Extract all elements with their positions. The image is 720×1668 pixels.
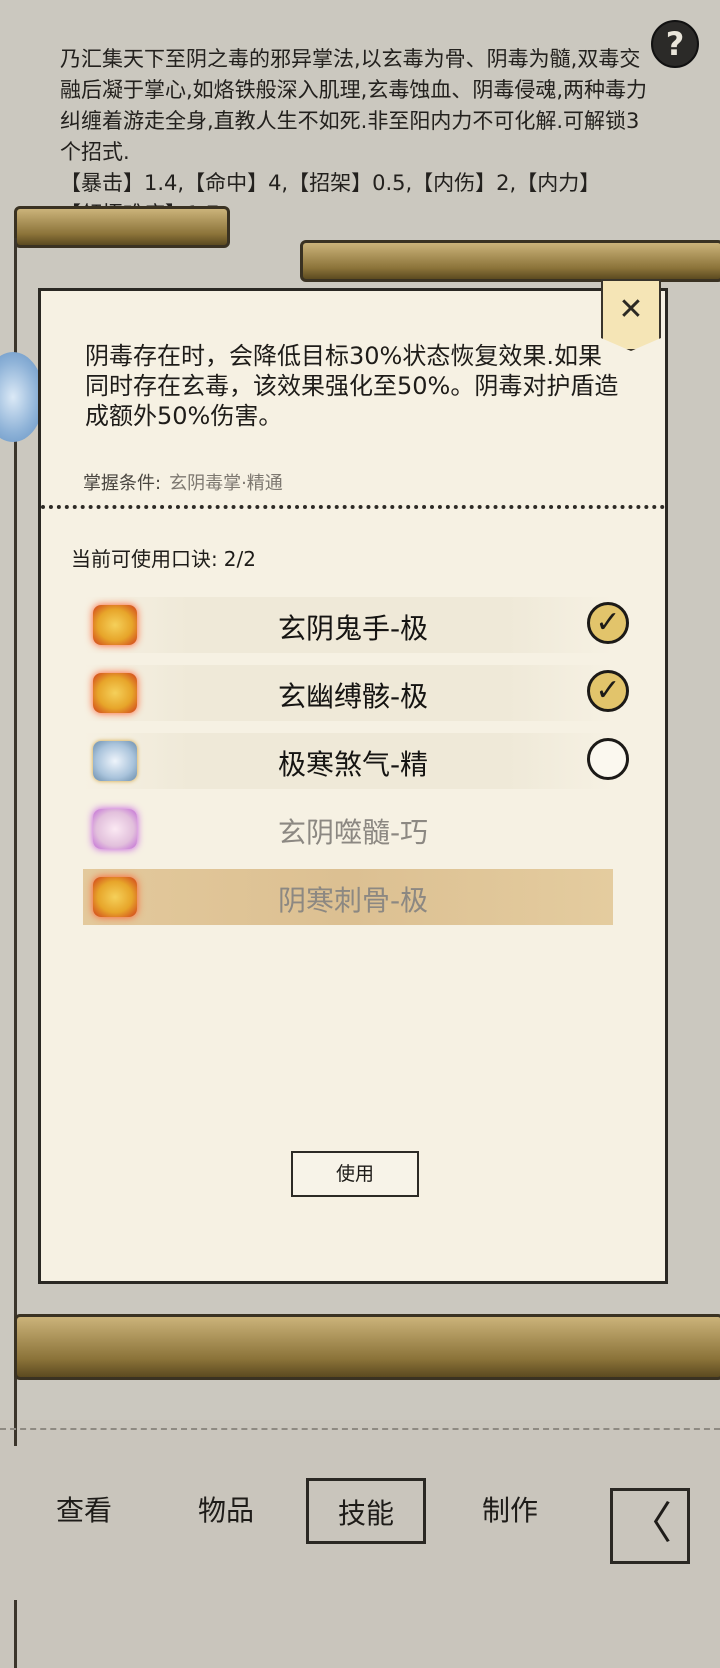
back-arrow-icon[interactable]: 〈 xyxy=(610,1488,690,1564)
blue-scroll-icon xyxy=(93,741,137,781)
skill-row[interactable]: 玄幽缚骸-极 ✓ xyxy=(83,665,629,721)
checkbox-checked-icon[interactable]: ✓ xyxy=(587,670,629,712)
gold-scroll-icon xyxy=(93,673,137,713)
condition-label: 掌握条件: xyxy=(83,473,162,494)
skill-description-background: 乃汇集天下至阴之毒的邪异掌法,以玄毒为骨、阴毒为髓,双毒交融后凝于掌心,如烙铁般… xyxy=(60,47,648,226)
nav-skills[interactable]: 技能 xyxy=(306,1478,426,1544)
condition-value: 玄阴毒掌·精通 xyxy=(169,473,283,494)
help-button[interactable]: ? xyxy=(651,20,699,68)
quota-label: 当前可使用口诀: xyxy=(71,547,218,571)
use-button[interactable]: 使用 xyxy=(291,1151,419,1197)
nav-view[interactable]: 查看 xyxy=(24,1478,144,1544)
checkbox-empty-icon[interactable] xyxy=(587,738,629,780)
skill-name: 玄阴噬髓-巧 xyxy=(277,816,429,849)
mastery-condition: 掌握条件: 玄阴毒掌·精通 xyxy=(83,469,283,495)
skill-name: 极寒煞气-精 xyxy=(277,748,429,781)
available-quota: 当前可使用口诀: 2/2 xyxy=(71,543,256,572)
bottom-nav: 查看 物品 技能 制作 〈 xyxy=(0,1446,720,1600)
skill-name: 阴寒刺骨-极 xyxy=(277,884,429,917)
effect-description: 阴毒存在时，会降低目标30%状态恢复效果.如果同时存在玄毒，该效果强化至50%。… xyxy=(85,342,619,430)
skill-row[interactable]: 极寒煞气-精 xyxy=(83,733,629,789)
nav-items[interactable]: 物品 xyxy=(166,1478,286,1544)
checkbox-checked-icon[interactable]: ✓ xyxy=(587,602,629,644)
skill-name: 玄幽缚骸-极 xyxy=(277,680,429,713)
divider-line xyxy=(0,1428,720,1430)
scroll-roll-bottom xyxy=(14,1314,720,1380)
nav-craft[interactable]: 制作 xyxy=(450,1478,570,1544)
skill-row[interactable]: 玄阴噬髓-巧 xyxy=(83,801,613,857)
skill-row[interactable]: 玄阴鬼手-极 ✓ xyxy=(83,597,629,653)
quota-value: 2/2 xyxy=(223,547,256,571)
skill-row-selected[interactable]: 阴寒刺骨-极 xyxy=(83,869,613,925)
skill-detail-modal: ✕ 阴毒存在时，会降低目标30%状态恢复效果.如果同时存在玄毒，该效果强化至50… xyxy=(38,279,668,1284)
purple-scroll-icon xyxy=(93,809,137,849)
gold-scroll-icon xyxy=(93,877,137,917)
gold-scroll-icon xyxy=(93,605,137,645)
dotted-divider xyxy=(41,505,665,509)
skill-name: 玄阴鬼手-极 xyxy=(277,612,429,645)
